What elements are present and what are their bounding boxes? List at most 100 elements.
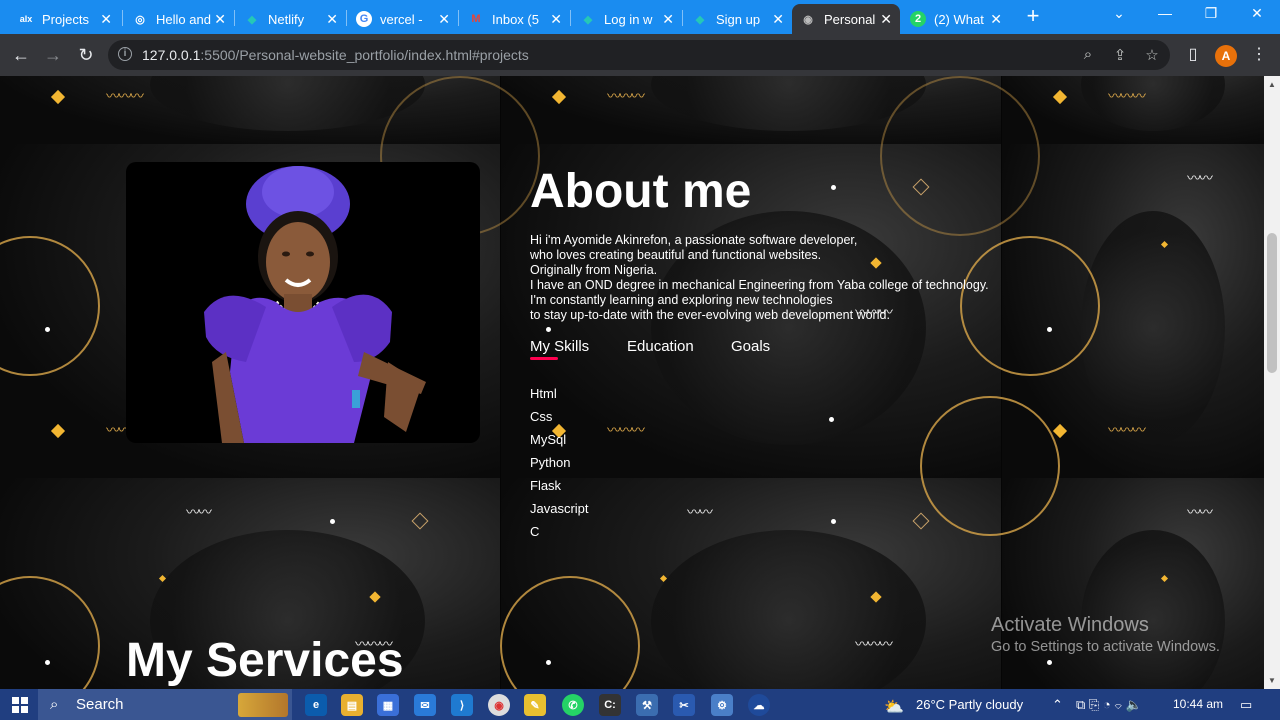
decor-wave: 〰〰 [687, 504, 713, 520]
scrollbar-thumb[interactable] [1267, 233, 1277, 373]
tab-hello[interactable]: ◎ Hello and ✕ [124, 4, 234, 34]
about-text-line: I have an OND degree in mechanical Engin… [530, 278, 989, 292]
tab-projects[interactable]: alx Projects ✕ [10, 4, 120, 34]
close-icon[interactable]: ✕ [326, 11, 338, 28]
page-scrollbar[interactable]: ▲ ▼ [1264, 76, 1280, 689]
decor-ring [960, 236, 1100, 376]
about-text-line: Hi i'm Ayomide Akinrefon, a passionate s… [530, 233, 858, 247]
close-icon[interactable]: ✕ [662, 11, 674, 28]
tab-signup[interactable]: ◆ Sign up ✕ [684, 4, 792, 34]
tray-chevron-icon[interactable]: ⌃ [1052, 697, 1063, 713]
browser-toolbar: ← → ↻ i 127.0.0.1:5500/Personal-website_… [0, 34, 1280, 76]
tray-icons[interactable]: ⧉ ⎘ ◔ ⌔ 🔈 [1076, 697, 1142, 713]
tab-inbox[interactable]: M Inbox (5 ✕ [460, 4, 570, 34]
close-icon[interactable]: ✕ [438, 11, 450, 28]
photos-icon[interactable]: ☁ [748, 694, 770, 716]
close-icon[interactable]: ✕ [880, 11, 892, 28]
tab-goals[interactable]: Goals [731, 338, 770, 355]
windows-taskbar: ⌕ Search e ▤ ▦ ✉ ⟩ ◉ ✎ ✆ C: ⚒ ✂ ⚙ ☁ ⛅ 26… [0, 689, 1280, 720]
decor-wave: 〰〰〰 [607, 422, 645, 438]
restore-button[interactable]: ❐ [1196, 5, 1226, 22]
bookmark-star-icon[interactable]: ☆ [1142, 46, 1162, 64]
tab-education[interactable]: Education [627, 338, 694, 355]
scroll-down-icon[interactable]: ▼ [1268, 676, 1276, 685]
whatsapp-icon[interactable]: ✆ [562, 694, 584, 716]
reload-icon[interactable]: ↻ [75, 44, 97, 66]
decor-wave: 〰〰 [1187, 170, 1213, 186]
tab-netlify[interactable]: ◆ Netlify ✕ [236, 4, 346, 34]
tab-whatsapp[interactable]: 2 (2) What ✕ [902, 4, 1010, 34]
decor-dot [831, 185, 836, 190]
globe-icon: ◎ [135, 13, 145, 26]
search-highlight-icon [238, 693, 288, 717]
app-icon[interactable]: ⚙ [711, 694, 733, 716]
tab-title: (2) What [934, 11, 984, 27]
skill-item: C [530, 524, 540, 539]
tab-title: Personal [824, 11, 876, 27]
tab-title: Inbox (5 [492, 11, 539, 27]
decor-ring [880, 76, 1040, 236]
close-icon[interactable]: ✕ [772, 11, 784, 28]
share-icon[interactable]: ⇪ [1110, 46, 1130, 64]
close-icon[interactable]: ✕ [550, 11, 562, 28]
close-window-button[interactable]: ✕ [1242, 5, 1272, 22]
store-icon[interactable]: ▦ [377, 694, 399, 716]
chrome-icon[interactable]: ◉ [488, 694, 510, 716]
close-icon[interactable]: ✕ [990, 11, 1002, 28]
snipping-icon[interactable]: ✂ [673, 694, 695, 716]
new-tab-button[interactable]: + [1022, 5, 1044, 27]
address-bar[interactable]: i 127.0.0.1:5500/Personal-website_portfo… [108, 40, 1170, 70]
decor-wave: 〰〰〰 [1108, 88, 1146, 104]
skill-item: Javascript [530, 501, 589, 516]
tab-vercel[interactable]: G vercel - ✕ [348, 4, 458, 34]
tab-title: vercel - [380, 11, 423, 27]
netlify-icon: ◆ [583, 13, 593, 26]
close-icon[interactable]: ✕ [214, 11, 226, 28]
forward-icon[interactable]: → [42, 44, 64, 66]
terminal-icon[interactable]: C: [599, 694, 621, 716]
avatar[interactable]: A [1215, 45, 1237, 67]
tab-my-skills[interactable]: My Skills [530, 338, 589, 355]
side-panel-icon[interactable]: ▯ [1182, 44, 1204, 64]
decor-dot [330, 519, 335, 524]
menu-icon[interactable]: ⋮ [1248, 44, 1270, 64]
url-text[interactable]: 127.0.0.1:5500/Personal-website_portfoli… [142, 47, 529, 63]
zoom-icon[interactable]: ⌕ [1078, 46, 1098, 63]
decor-dot [45, 660, 50, 665]
file-explorer-icon[interactable]: ▤ [341, 694, 363, 716]
decor-dot [546, 327, 551, 332]
scroll-up-icon[interactable]: ▲ [1268, 80, 1276, 89]
whatsapp-icon: 2 [910, 11, 926, 27]
taskbar-search[interactable]: ⌕ Search [38, 689, 292, 720]
tab-title: Log in w [604, 11, 653, 27]
site-info-icon[interactable]: i [118, 47, 132, 61]
decor-wave: 〰〰〰 [607, 88, 645, 104]
decor-dot [1047, 660, 1052, 665]
notifications-icon[interactable]: ▭ [1240, 697, 1252, 713]
back-icon[interactable]: ← [10, 44, 32, 66]
search-icon: ⌕ [50, 696, 59, 713]
tab-title: Projects [42, 11, 89, 27]
skill-item: Css [530, 409, 553, 424]
services-title: My Services [126, 634, 404, 687]
tab-personal[interactable]: ◉ Personal ✕ [792, 4, 900, 34]
activate-windows-subtitle: Go to Settings to activate Windows. [991, 639, 1220, 655]
active-tab-indicator [530, 357, 558, 360]
weather-icon[interactable]: ⛅ [884, 697, 904, 717]
windows-start-icon[interactable] [12, 697, 28, 713]
edge-icon[interactable]: e [305, 694, 327, 716]
mail-icon[interactable]: ✉ [414, 694, 436, 716]
browser-tab-strip: alx Projects ✕ ◎ Hello and ✕ ◆ Netlify ✕… [0, 0, 1280, 34]
decor-wave: 〰〰〰 [855, 636, 893, 652]
clock[interactable]: 10:44 am [1173, 697, 1223, 711]
profile-photo [126, 162, 480, 443]
weather-text[interactable]: 26°C Partly cloudy [916, 697, 1023, 712]
tools-icon[interactable]: ⚒ [636, 694, 658, 716]
minimize-button[interactable]: — [1150, 5, 1180, 21]
vscode-icon[interactable]: ⟩ [451, 694, 473, 716]
close-icon[interactable]: ✕ [100, 11, 112, 28]
tab-search-icon[interactable]: ⌄ [1104, 5, 1134, 22]
tab-login[interactable]: ◆ Log in w ✕ [572, 4, 682, 34]
notes-icon[interactable]: ✎ [524, 694, 546, 716]
about-text-line: to stay up-to-date with the ever-evolvin… [530, 308, 890, 322]
